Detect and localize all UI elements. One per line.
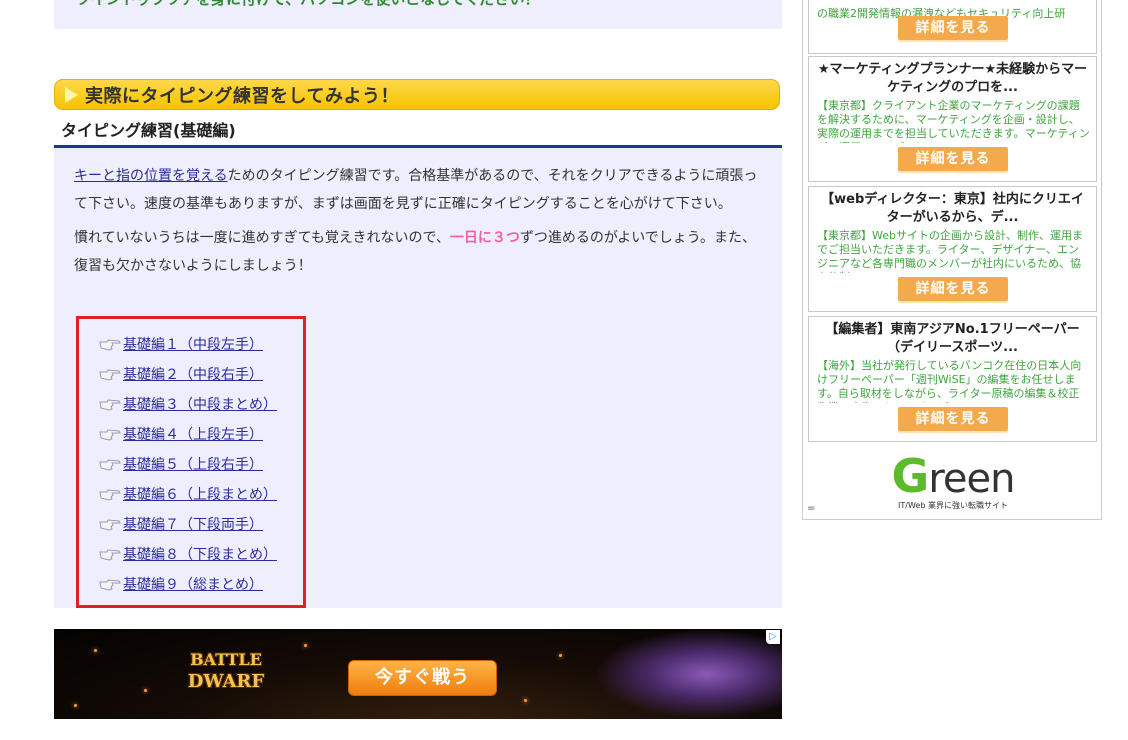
lesson-link-list: 基礎編１（中段左手） 基礎編２（中段右手） 基礎編３（中段まとめ） 基礎編４（上… <box>76 316 306 608</box>
pointing-hand-icon <box>99 429 121 441</box>
lesson-link-8[interactable]: 基礎編８（下段まとめ） <box>123 544 277 564</box>
list-item: 基礎編６（上段まとめ） <box>79 479 303 509</box>
logo-line1: BATTLE <box>190 650 262 669</box>
key-position-link[interactable]: キーと指の位置を覚える <box>74 168 228 184</box>
advice-paragraph: 慣れていないうちは一度に進めすぎても覚えきれないので、一日に３つずつ進めるのがよ… <box>74 224 764 280</box>
list-item: 基礎編１（中段左手） <box>79 329 303 359</box>
job-desc: 【海外】当社が発行しているバンコク在住の日本人向けフリーペーパー「週刊WiSE」… <box>817 359 1082 403</box>
job-desc: 【東京都】Webサイトの企画から設計、制作、運用までご担当いただきます。ライター… <box>817 229 1083 273</box>
lesson-link-4[interactable]: 基礎編４（上段左手） <box>123 424 263 444</box>
intro-paragraph: キーと指の位置を覚えるためのタイピング練習です。合格基準があるので、それをクリア… <box>74 162 764 218</box>
triangle-bullet-icon <box>65 86 78 103</box>
job-desc: 【東京都】クライアント企業のマーケティングの課題を解決するために、マーケティング… <box>817 99 1090 143</box>
list-item: 基礎編８（下段まとめ） <box>79 539 303 569</box>
spark-decoration <box>559 654 562 657</box>
sidebar-job-ads: の職業2開発情報の漏洩などもセキュリティ向上研 詳細を見る ★マーケティングプラ… <box>802 0 1102 520</box>
job-card-2[interactable]: 【webディレクター：東京】社内にクリエイターがいるから、デ... 【東京都】W… <box>808 186 1097 312</box>
play-now-button[interactable]: 今すぐ戦う <box>348 660 497 696</box>
green-logo[interactable]: Green IT/Web 業界に強い転職サイト <box>891 453 1016 512</box>
logo-line2: DWARF <box>187 671 265 692</box>
detail-button[interactable]: 詳細を見る <box>898 407 1008 431</box>
ad-choices-icon[interactable]: ▷ <box>766 630 780 644</box>
lesson-link-6[interactable]: 基礎編６（上段まとめ） <box>123 484 277 504</box>
pointing-hand-icon <box>99 489 121 501</box>
section-heading-text: 実際にタイピング練習をしてみよう！ <box>85 85 399 107</box>
previous-section-text: ツイントップツアを身に付けて、パソコンを使いこなしてください！ <box>76 0 539 9</box>
job-card-3[interactable]: 【編集者】東南アジアNo.1フリーペーパー（デイリースポーツ... 【海外】当社… <box>808 316 1097 442</box>
battle-dwarf-logo: BATTLE DWARF <box>182 649 270 701</box>
job-title: 【webディレクター：東京】社内にクリエイターがいるから、デ... <box>821 192 1084 225</box>
lesson-content-box: キーと指の位置を覚えるためのタイピング練習です。合格基準があるので、それをクリア… <box>54 148 782 608</box>
job-card-partial[interactable]: の職業2開発情報の漏洩などもセキュリティ向上研 詳細を見る <box>808 0 1097 54</box>
pointing-hand-icon <box>99 339 121 351</box>
list-item: 基礎編３（中段まとめ） <box>79 389 303 419</box>
dragon-artwork <box>594 629 782 719</box>
pointing-hand-icon <box>99 459 121 471</box>
job-card-1[interactable]: ★マーケティングプランナー★未経験からマーケティングのプロを... 【東京都】ク… <box>808 56 1097 182</box>
green-tagline: IT/Web 業界に強い転職サイト <box>898 501 1008 510</box>
lesson-link-3[interactable]: 基礎編３（中段まとめ） <box>123 394 277 414</box>
detail-button[interactable]: 詳細を見る <box>898 147 1008 171</box>
sub-heading: タイピング練習(基礎編) <box>54 118 782 148</box>
list-item: 基礎編２（中段右手） <box>79 359 303 389</box>
advice-highlight: 一日に３つ <box>449 230 520 246</box>
previous-section-box: ツイントップツアを身に付けて、パソコンを使いこなしてください！ <box>54 0 782 29</box>
ad-info-icon[interactable]: = <box>807 503 815 514</box>
list-item: 基礎編４（上段左手） <box>79 419 303 449</box>
detail-button[interactable]: 詳細を見る <box>898 16 1008 40</box>
detail-button[interactable]: 詳細を見る <box>898 277 1008 301</box>
pointing-hand-icon <box>99 519 121 531</box>
spark-decoration <box>144 689 147 692</box>
green-logo-rest: reen <box>928 456 1015 502</box>
section-heading: 実際にタイピング練習をしてみよう！ <box>54 79 780 110</box>
list-item: 基礎編５（上段右手） <box>79 449 303 479</box>
spark-decoration <box>524 699 527 702</box>
pointing-hand-icon <box>99 399 121 411</box>
lesson-link-7[interactable]: 基礎編７（下段両手） <box>123 514 263 534</box>
green-logo-g: G <box>891 449 930 503</box>
lesson-link-9[interactable]: 基礎編９（総まとめ） <box>123 574 263 594</box>
spark-decoration <box>304 644 307 647</box>
list-item: 基礎編７（下段両手） <box>79 509 303 539</box>
job-title: ★マーケティングプランナー★未経験からマーケティングのプロを... <box>817 62 1088 95</box>
spark-decoration <box>94 649 97 652</box>
pointing-hand-icon <box>99 549 121 561</box>
green-logo-word: Green <box>891 453 1016 502</box>
lesson-link-5[interactable]: 基礎編５（上段右手） <box>123 454 263 474</box>
job-title: 【編集者】東南アジアNo.1フリーペーパー（デイリースポーツ... <box>825 322 1080 355</box>
list-item: 基礎編９（総まとめ） <box>79 569 303 599</box>
pointing-hand-icon <box>99 369 121 381</box>
spark-decoration <box>74 704 77 707</box>
lesson-link-1[interactable]: 基礎編１（中段左手） <box>123 334 263 354</box>
advice-text-before: 慣れていないうちは一度に進めすぎても覚えきれないので、 <box>74 230 450 246</box>
game-banner-ad[interactable]: BATTLE DWARF 今すぐ戦う ▷ <box>54 629 782 719</box>
pointing-hand-icon <box>99 579 121 591</box>
lesson-link-2[interactable]: 基礎編２（中段右手） <box>123 364 263 384</box>
